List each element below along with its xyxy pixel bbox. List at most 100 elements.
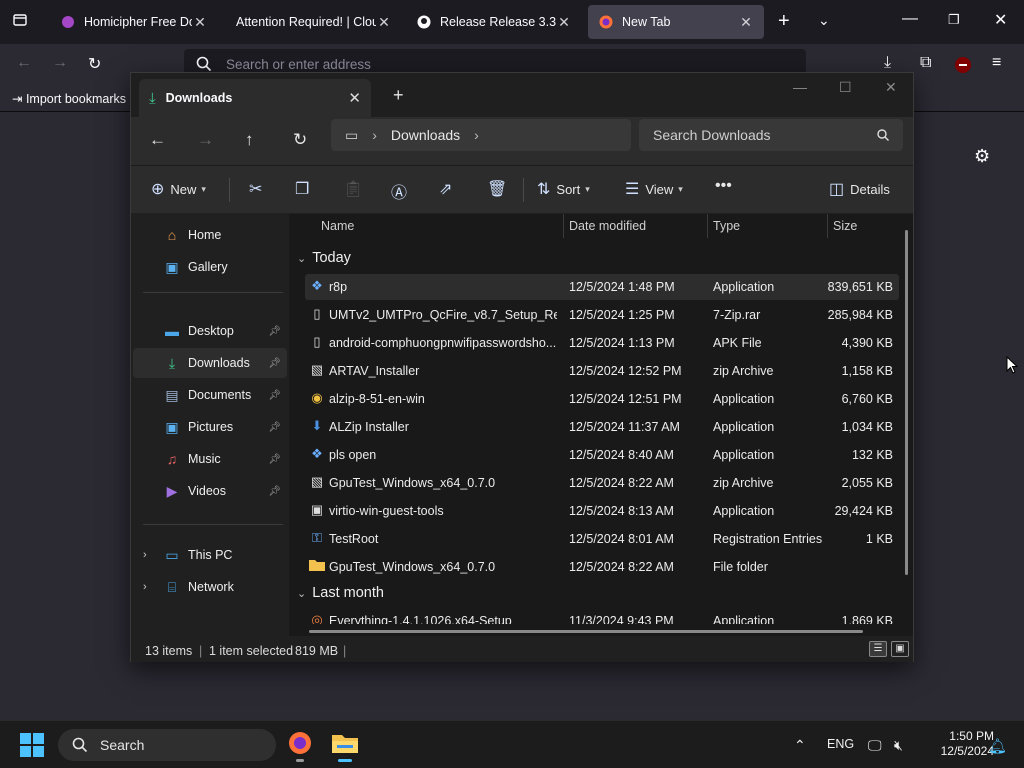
- restore-icon[interactable]: ❐: [948, 12, 960, 28]
- share-button[interactable]: ⇗: [439, 179, 458, 199]
- close-tab-icon[interactable]: ✕: [376, 14, 392, 31]
- file-row[interactable]: ◉ alzip-8-51-en-win 12/5/2024 12:51 PM A…: [305, 386, 899, 412]
- chevron-right-icon[interactable]: ›: [372, 127, 377, 143]
- import-bookmarks-button[interactable]: ⇥ Import bookmarks: [12, 91, 126, 106]
- copy-button[interactable]: ❐: [295, 179, 315, 199]
- column-header-name[interactable]: Name: [321, 219, 354, 233]
- column-header-size[interactable]: Size: [833, 219, 857, 233]
- sidebar-item-home[interactable]: ⌂ Home: [133, 220, 287, 250]
- sidebar-item-documents[interactable]: ▤ Documents 📌︎: [133, 380, 287, 410]
- status-bar: 13 items | 1 item selected 819 MB | ☰ ▣: [131, 636, 913, 662]
- back-arrow-icon[interactable]: ←: [149, 130, 166, 150]
- tiles-view-icon[interactable]: ▣: [891, 641, 909, 657]
- list-tabs-chevron-icon[interactable]: ⌄: [818, 12, 830, 29]
- notification-bell-icon[interactable]: 🔔︎: [988, 737, 1007, 755]
- volume-muted-icon[interactable]: 🔇︎: [894, 737, 903, 754]
- file-row[interactable]: ❖ r8p 12/5/2024 1:48 PM Application 839,…: [305, 274, 899, 300]
- extensions-icon[interactable]: ⧉: [920, 54, 931, 72]
- system-clock[interactable]: 1:50 PM 12/5/2024: [920, 729, 994, 759]
- chevron-right-icon[interactable]: ›: [143, 581, 147, 593]
- column-separator[interactable]: [707, 214, 708, 238]
- new-tab-plus-icon[interactable]: +: [393, 85, 404, 106]
- file-row[interactable]: ▯ android-comphuongpnwifipasswordsho... …: [305, 330, 899, 356]
- column-header-date[interactable]: Date modified: [569, 219, 646, 233]
- sidebar-item-pictures[interactable]: ▣ Pictures 📌︎: [133, 412, 287, 442]
- back-arrow-icon[interactable]: ←: [16, 54, 32, 72]
- hamburger-menu-icon[interactable]: ≡: [992, 54, 1001, 72]
- taskbar-search-box[interactable]: Search: [58, 729, 276, 761]
- tab-overview-icon[interactable]: [12, 12, 28, 33]
- cut-button[interactable]: ✂: [249, 179, 268, 199]
- file-row[interactable]: ▣ virtio-win-guest-tools 12/5/2024 8:13 …: [305, 498, 899, 524]
- forward-arrow-icon[interactable]: →: [197, 130, 214, 150]
- downloads-icon[interactable]: ⤓: [884, 54, 891, 72]
- forward-arrow-icon[interactable]: →: [52, 54, 68, 72]
- chevron-right-icon[interactable]: ›: [143, 549, 147, 561]
- paste-button[interactable]: 📋︎: [343, 179, 369, 199]
- browser-tab-homicipher[interactable]: Homicipher Free Down ✕: [50, 5, 218, 39]
- windows-start-icon[interactable]: [20, 733, 44, 760]
- firefox-taskbar-icon[interactable]: [288, 731, 312, 762]
- browser-tab-github[interactable]: Release Release 3.3.4 · t ✕: [406, 5, 582, 39]
- sidebar-item-music[interactable]: ♫ Music 📌︎: [133, 444, 287, 474]
- group-header-today[interactable]: ⌄ Today: [297, 250, 351, 266]
- installer-icon: ⬇: [311, 418, 323, 433]
- file-row[interactable]: ⚿ TestRoot 12/5/2024 8:01 AM Registratio…: [305, 526, 899, 552]
- file-row[interactable]: ⬇ ALZip Installer 12/5/2024 11:37 AM App…: [305, 414, 899, 440]
- minimize-icon[interactable]: —: [902, 10, 918, 28]
- file-row[interactable]: ▧ GpuTest_Windows_x64_0.7.0 12/5/2024 8:…: [305, 470, 899, 496]
- close-tab-icon[interactable]: ✕: [556, 14, 572, 31]
- language-indicator[interactable]: ENG: [827, 737, 854, 751]
- sidebar-item-videos[interactable]: ▶ Videos 📌︎: [133, 476, 287, 506]
- close-window-icon[interactable]: ✕: [885, 79, 897, 96]
- network-icon: ⌸: [167, 578, 177, 595]
- minimize-icon[interactable]: —: [793, 79, 807, 95]
- close-tab-icon[interactable]: ✕: [738, 14, 754, 31]
- settings-gear-icon[interactable]: ⚙: [974, 146, 990, 167]
- maximize-icon[interactable]: ☐: [839, 79, 852, 96]
- search-downloads-input[interactable]: Search Downloads: [639, 119, 903, 151]
- breadcrumb-downloads[interactable]: Downloads: [391, 127, 460, 143]
- close-tab-icon[interactable]: ✕: [348, 89, 361, 107]
- more-options-icon[interactable]: •••: [715, 177, 732, 195]
- sidebar-item-downloads[interactable]: ⤓ Downloads 📌︎: [133, 348, 287, 378]
- delete-button[interactable]: 🗑︎: [487, 179, 513, 199]
- sidebar-item-network[interactable]: › ⌸ Network: [133, 572, 287, 602]
- chevron-right-icon[interactable]: ›: [474, 127, 479, 143]
- column-header-type[interactable]: Type: [713, 219, 740, 233]
- rename-button[interactable]: Ⓐ: [391, 179, 413, 203]
- horizontal-scrollbar[interactable]: [309, 630, 863, 633]
- file-row[interactable]: ◎ Everything-1.4.1.1026.x64-Setup 11/3/2…: [305, 608, 899, 624]
- view-button[interactable]: ☰ View ▾: [625, 179, 683, 199]
- file-explorer-taskbar-icon[interactable]: [332, 731, 358, 762]
- refresh-icon[interactable]: ↻: [293, 130, 307, 150]
- chevron-up-icon[interactable]: ⌃: [794, 737, 806, 754]
- group-header-last-month[interactable]: ⌄ Last month: [297, 585, 384, 601]
- file-row[interactable]: GpuTest_Windows_x64_0.7.0 12/5/2024 8:22…: [305, 554, 899, 580]
- file-row[interactable]: ❖ pls open 12/5/2024 8:40 AM Application…: [305, 442, 899, 468]
- browser-tab-cloudflare[interactable]: Attention Required! | Cloud ✕: [226, 5, 402, 39]
- browser-tab-new-tab[interactable]: New Tab ✕: [588, 5, 764, 39]
- new-button[interactable]: ⊕ New ▾: [151, 179, 206, 199]
- details-button[interactable]: ◫ Details: [829, 179, 890, 199]
- sidebar-item-desktop[interactable]: ▬ Desktop 📌︎: [133, 316, 287, 346]
- vertical-scrollbar[interactable]: [905, 230, 908, 575]
- sidebar-item-gallery[interactable]: ▣ Gallery: [133, 252, 287, 282]
- network-monitor-icon[interactable]: 🖵︎: [868, 737, 882, 754]
- reload-icon[interactable]: ↻: [88, 54, 101, 74]
- close-tab-icon[interactable]: ✕: [192, 14, 208, 31]
- column-separator[interactable]: [563, 214, 564, 238]
- ublock-icon[interactable]: [954, 56, 972, 79]
- address-breadcrumb-bar[interactable]: ▭ › Downloads ›: [331, 119, 631, 151]
- file-row[interactable]: ▯ UMTv2_UMTPro_QcFire_v8.7_Setup_Repa...…: [305, 302, 899, 328]
- column-separator[interactable]: [827, 214, 828, 238]
- up-arrow-icon[interactable]: ↑: [245, 130, 254, 150]
- explorer-tab-downloads[interactable]: ⤓ Downloads ✕: [139, 79, 371, 117]
- details-view-icon[interactable]: ☰: [869, 641, 887, 657]
- close-window-icon[interactable]: ✕: [994, 10, 1007, 30]
- file-row[interactable]: ▧ ARTAV_Installer 12/5/2024 12:52 PM zip…: [305, 358, 899, 384]
- new-tab-plus-icon[interactable]: +: [778, 10, 790, 33]
- sort-button[interactable]: ⇅ Sort ▾: [537, 179, 590, 199]
- application-icon: ◎: [311, 612, 323, 624]
- sidebar-item-this-pc[interactable]: › ▭ This PC: [133, 540, 287, 570]
